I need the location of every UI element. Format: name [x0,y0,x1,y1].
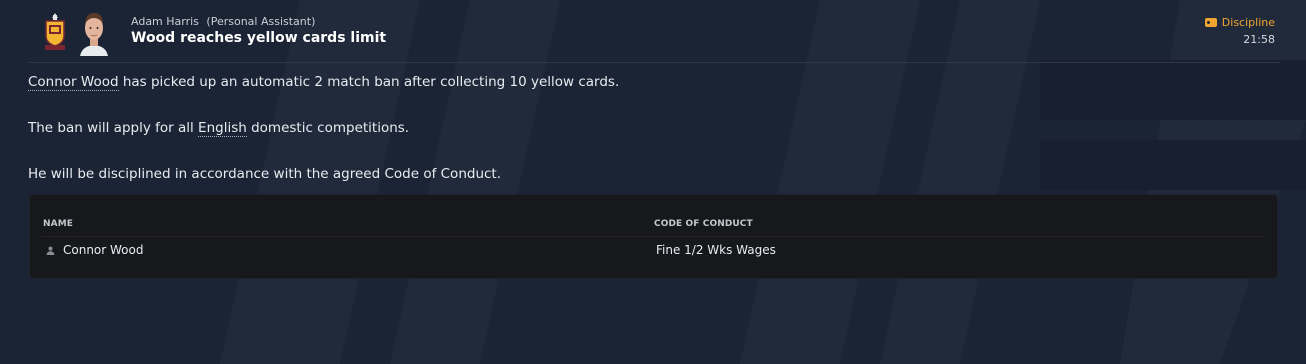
message-time: 21:58 [1243,33,1275,46]
paragraph-competitions: The ban will apply for all English domes… [28,120,410,137]
table-row[interactable]: Connor Wood Fine 1/2 Wks Wages [42,237,1265,263]
paragraph-ban-details: Connor Wood has picked up an automatic 2… [28,74,620,91]
column-header-code-of-conduct[interactable]: CODE OF CONDUCT [654,219,753,229]
player-link[interactable]: Connor Wood [28,74,119,91]
paragraph-text: domestic competitions. [246,120,410,136]
code-of-conduct-cell: Fine 1/2 Wks Wages [656,243,776,257]
player-name-cell[interactable]: Connor Wood [63,243,143,257]
inbox-message: Adam Harris (Personal Assistant) Wood re… [0,0,1306,364]
category-label: Discipline [1221,16,1275,29]
paragraph-discipline: He will be disciplined in accordance wit… [28,166,502,182]
nation-link[interactable]: English [198,120,247,137]
sender-line: Adam Harris (Personal Assistant) [131,15,315,28]
message-subject: Wood reaches yellow cards limit [131,30,387,46]
message-category[interactable]: Discipline [1204,16,1275,29]
message-header: Adam Harris (Personal Assistant) Wood re… [28,6,1280,63]
club-badge-icon [45,13,65,50]
column-header-name[interactable]: NAME [43,219,73,229]
paragraph-text: The ban will apply for all [28,120,199,136]
staff-avatar [80,13,108,56]
person-icon [46,246,55,255]
sender-role: (Personal Assistant) [206,15,316,28]
discipline-card-icon [1204,18,1217,27]
discipline-table: NAME CODE OF CONDUCT Connor Wood Fine 1/… [30,195,1277,278]
paragraph-text: has picked up an automatic 2 match ban a… [118,74,620,90]
sender-name[interactable]: Adam Harris [131,15,199,28]
